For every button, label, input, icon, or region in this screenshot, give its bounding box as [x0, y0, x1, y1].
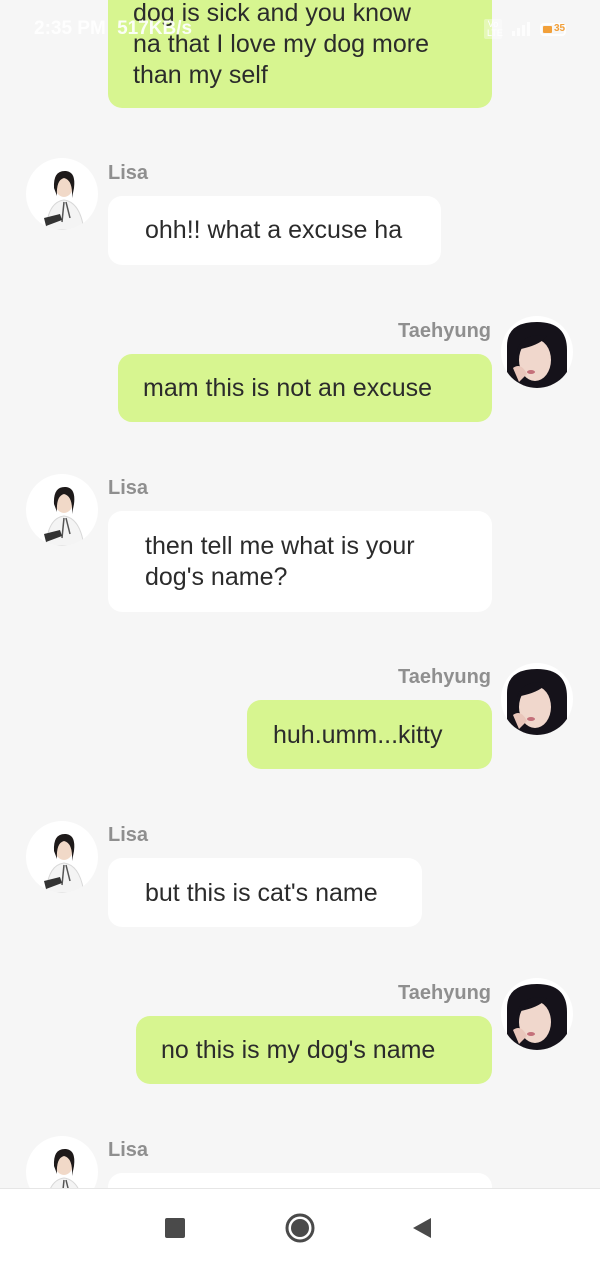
man-portrait-avatar-icon: [501, 978, 573, 1050]
sender-name: Taehyung: [398, 320, 491, 342]
doctor-avatar-icon: [26, 474, 98, 546]
sender-name: Lisa: [108, 824, 149, 846]
sender-name: Lisa: [108, 1139, 149, 1161]
message-bubble-outgoing[interactable]: huh.umm...kitty: [247, 700, 492, 769]
lisa-avatar[interactable]: [26, 821, 98, 893]
circle-home-icon[interactable]: [285, 1213, 315, 1243]
message-bubble-incoming[interactable]: but this is cat's name: [108, 858, 422, 927]
lisa-avatar[interactable]: [26, 1136, 98, 1188]
message-line: dog is sick and you know: [133, 0, 411, 27]
chat-thread[interactable]: dog is sick and you know na that I love …: [0, 0, 600, 1188]
man-portrait-avatar-icon: [501, 663, 573, 735]
doctor-avatar-icon: [26, 821, 98, 893]
message-line: na that I love my dog more: [133, 30, 429, 58]
message-line: mam this is not an excuse: [143, 374, 433, 402]
man-portrait-avatar-icon: [501, 316, 573, 388]
lisa-avatar[interactable]: [26, 474, 98, 546]
taehyung-avatar[interactable]: [501, 316, 573, 388]
sender-name: Taehyung: [398, 982, 491, 1004]
doctor-avatar-icon: [26, 1136, 98, 1188]
sender-name: Lisa: [108, 162, 149, 184]
message-line: but this is cat's name: [145, 879, 378, 907]
message-line: dog's name?: [145, 563, 288, 591]
message-line: ohh!! what a excuse ha: [145, 216, 403, 244]
message-bubble-incoming[interactable]: then tell me what is your dog's name?: [108, 511, 492, 612]
sender-name: Taehyung: [398, 666, 491, 688]
message-line: then tell me what is your: [145, 532, 415, 560]
message-line: no this is my dog's name: [161, 1036, 436, 1064]
taehyung-avatar[interactable]: [501, 663, 573, 735]
doctor-avatar-icon: [26, 158, 98, 230]
message-line: than my self: [133, 61, 268, 89]
lisa-avatar[interactable]: [26, 158, 98, 230]
square-recents-icon[interactable]: [165, 1218, 185, 1238]
navigation-bar: [0, 1188, 600, 1268]
message-bubble-outgoing[interactable]: dog is sick and you know na that I love …: [108, 0, 492, 108]
taehyung-avatar[interactable]: [501, 978, 573, 1050]
message-bubble-incoming[interactable]: ohh!! what a excuse ha: [108, 196, 441, 265]
sender-name: Lisa: [108, 477, 149, 499]
message-bubble-outgoing[interactable]: mam this is not an excuse: [118, 354, 492, 422]
triangle-back-icon[interactable]: [411, 1217, 433, 1239]
message-line: huh.umm...kitty: [273, 721, 443, 749]
message-bubble-outgoing[interactable]: no this is my dog's name: [136, 1016, 492, 1084]
message-bubble-incoming[interactable]: [108, 1173, 492, 1188]
